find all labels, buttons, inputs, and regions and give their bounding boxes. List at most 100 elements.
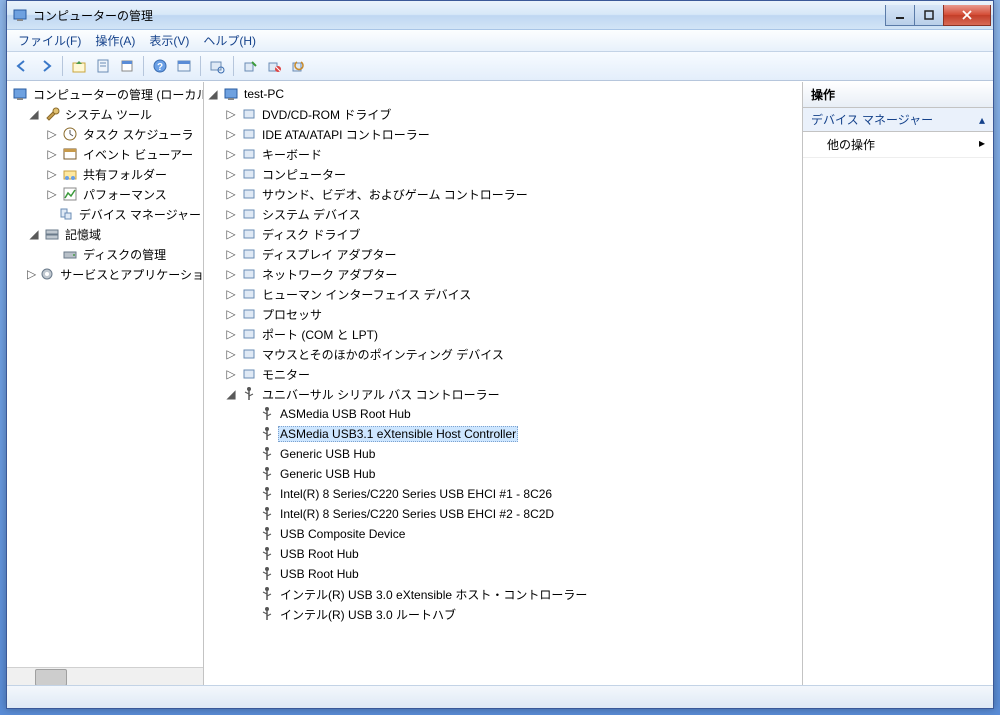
expand-icon[interactable]: ▷ xyxy=(27,267,36,281)
device-category-usb[interactable]: ◢ユニバーサル シリアル バス コントローラー xyxy=(222,384,802,404)
device-category[interactable]: ▷IDE ATA/ATAPI コントローラー xyxy=(222,124,802,144)
device-icon xyxy=(241,386,257,402)
device-item[interactable]: ▷USB Root Hub xyxy=(240,564,802,584)
scan-button[interactable] xyxy=(206,55,228,77)
expand-icon[interactable]: ▷ xyxy=(224,107,238,121)
device-category[interactable]: ▷ ディスク ドライブ xyxy=(222,224,802,244)
tree-task-scheduler[interactable]: ▷タスク スケジューラ xyxy=(43,124,203,144)
device-item[interactable]: ▷USB Composite Device xyxy=(240,524,802,544)
expand-icon[interactable]: ▷ xyxy=(224,167,238,181)
submenu-arrow-icon: ▸ xyxy=(979,136,985,153)
collapse-icon[interactable]: ◢ xyxy=(27,227,41,241)
tree-label: test-PC xyxy=(242,86,286,102)
export-button[interactable] xyxy=(116,55,138,77)
collapse-icon[interactable]: ◢ xyxy=(27,107,41,121)
maximize-button[interactable] xyxy=(914,5,944,26)
window-title: コンピューターの管理 xyxy=(33,7,886,24)
window-buttons xyxy=(886,5,991,25)
device-category[interactable]: ▷マウスとそのほかのポインティング デバイス xyxy=(222,344,802,364)
tree-system-tools[interactable]: ◢ システム ツール xyxy=(25,104,203,124)
device-category[interactable]: ▷コンピューター xyxy=(222,164,802,184)
actions-other[interactable]: 他の操作 ▸ xyxy=(803,132,993,158)
menu-file[interactable]: ファイル(F) xyxy=(11,30,88,51)
device-icon xyxy=(223,86,239,102)
expand-icon[interactable]: ▷ xyxy=(45,127,59,141)
expand-icon[interactable]: ▷ xyxy=(45,167,59,181)
expand-icon[interactable]: ▷ xyxy=(224,347,238,361)
actions-other-label: 他の操作 xyxy=(827,136,875,153)
expand-icon[interactable]: ▷ xyxy=(45,147,59,161)
scrollbar-thumb[interactable] xyxy=(35,669,67,685)
help-button[interactable]: ? xyxy=(149,55,171,77)
device-icon xyxy=(259,586,275,602)
tree-performance[interactable]: ▷パフォーマンス xyxy=(43,184,203,204)
expand-icon[interactable]: ▷ xyxy=(224,187,238,201)
show-hidden-button[interactable] xyxy=(173,55,195,77)
toolbar-divider xyxy=(200,56,201,76)
tree-disk-mgmt[interactable]: ▷ディスクの管理 xyxy=(43,244,203,264)
perf-icon xyxy=(62,186,78,202)
actions-band[interactable]: デバイス マネージャー ▴ xyxy=(803,108,993,132)
device-category[interactable]: ▷システム デバイス xyxy=(222,204,802,224)
device-root[interactable]: ◢ test-PC xyxy=(204,84,802,104)
up-button[interactable] xyxy=(68,55,90,77)
back-button[interactable] xyxy=(11,55,33,77)
tree-shared-folders[interactable]: ▷共有フォルダー xyxy=(43,164,203,184)
expand-icon[interactable]: ▷ xyxy=(224,307,238,321)
device-item[interactable]: ▷Generic USB Hub xyxy=(240,444,802,464)
device-category[interactable]: ▷ネットワーク アダプター xyxy=(222,264,802,284)
expand-icon[interactable]: ▷ xyxy=(224,227,238,241)
device-category[interactable]: ▷ポート (COM と LPT) xyxy=(222,324,802,344)
collapse-icon[interactable]: ◢ xyxy=(224,387,238,401)
forward-button[interactable] xyxy=(35,55,57,77)
expand-icon[interactable]: ▷ xyxy=(45,187,59,201)
tree-storage[interactable]: ◢記憶域 xyxy=(25,224,203,244)
menu-help[interactable]: ヘルプ(H) xyxy=(196,30,263,51)
device-item[interactable]: ▷インテル(R) USB 3.0 eXtensible ホスト・コントローラー xyxy=(240,584,802,604)
tree-root[interactable]: コンピューターの管理 (ローカル) xyxy=(7,84,203,104)
device-category[interactable]: ▷DVD/CD-ROM ドライブ xyxy=(222,104,802,124)
collapse-icon[interactable]: ◢ xyxy=(206,87,220,101)
expand-icon[interactable]: ▷ xyxy=(224,367,238,381)
device-item[interactable]: ▷Intel(R) 8 Series/C220 Series USB EHCI … xyxy=(240,484,802,504)
device-icon xyxy=(259,526,275,542)
horizontal-scrollbar[interactable] xyxy=(7,667,203,685)
expand-icon[interactable]: ▷ xyxy=(224,247,238,261)
tree-label: プロセッサ xyxy=(260,305,324,324)
expand-icon[interactable]: ▷ xyxy=(224,327,238,341)
device-item[interactable]: ▷Intel(R) 8 Series/C220 Series USB EHCI … xyxy=(240,504,802,524)
tree-label: ディスク ドライブ xyxy=(260,225,363,244)
tree-device-manager[interactable]: ▷デバイス マネージャー xyxy=(43,204,203,224)
tree-services-apps[interactable]: ▷サービスとアプリケーション xyxy=(25,264,203,284)
update-button[interactable] xyxy=(287,55,309,77)
device-item[interactable]: ▷ASMedia USB Root Hub xyxy=(240,404,802,424)
disk-icon xyxy=(62,246,78,262)
device-tree: ◢ test-PC ▷DVD/CD-ROM ドライブ▷IDE ATA/ATAPI コ… xyxy=(204,82,802,626)
properties-button[interactable] xyxy=(92,55,114,77)
device-icon xyxy=(259,606,275,622)
minimize-button[interactable] xyxy=(885,5,915,26)
expand-icon[interactable]: ▷ xyxy=(224,287,238,301)
device-category[interactable]: ▷ヒューマン インターフェイス デバイス xyxy=(222,284,802,304)
expand-icon[interactable]: ▷ xyxy=(224,127,238,141)
device-category[interactable]: ▷キーボード xyxy=(222,144,802,164)
device-item[interactable]: ▷インテル(R) USB 3.0 ルートハブ xyxy=(240,604,802,624)
device-category[interactable]: ▷ プロセッサ xyxy=(222,304,802,324)
tree-label: USB Root Hub xyxy=(278,566,361,582)
app-window: コンピューターの管理 ファイル(F) 操作(A) 表示(V) ヘルプ(H) ? xyxy=(6,0,994,709)
expand-icon[interactable]: ▷ xyxy=(224,147,238,161)
expand-icon[interactable]: ▷ xyxy=(224,267,238,281)
device-item[interactable]: ▷Generic USB Hub xyxy=(240,464,802,484)
device-item[interactable]: ▷ASMedia USB3.1 eXtensible Host Controll… xyxy=(240,424,802,444)
menu-action[interactable]: 操作(A) xyxy=(88,30,142,51)
menu-view[interactable]: 表示(V) xyxy=(142,30,196,51)
close-button[interactable] xyxy=(943,5,991,26)
expand-icon[interactable]: ▷ xyxy=(224,207,238,221)
tree-event-viewer[interactable]: ▷イベント ビューアー xyxy=(43,144,203,164)
disable-button[interactable] xyxy=(263,55,285,77)
device-category[interactable]: ▷モニター xyxy=(222,364,802,384)
device-category[interactable]: ▷サウンド、ビデオ、およびゲーム コントローラー xyxy=(222,184,802,204)
enable-button[interactable] xyxy=(239,55,261,77)
device-item[interactable]: ▷USB Root Hub xyxy=(240,544,802,564)
device-category[interactable]: ▷ディスプレイ アダプター xyxy=(222,244,802,264)
